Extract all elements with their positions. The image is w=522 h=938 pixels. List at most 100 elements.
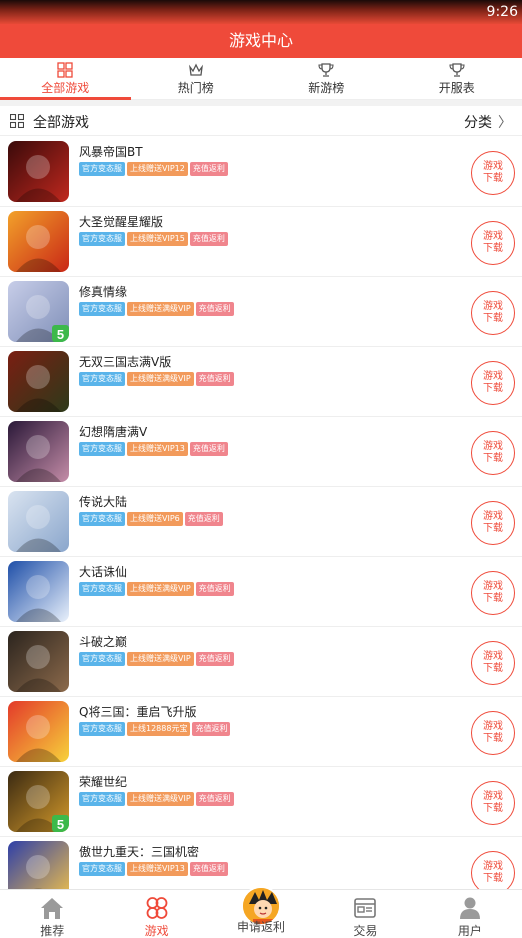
game-tags: 官方变态服 上线赠送VIP15 充值返利 bbox=[79, 232, 228, 246]
game-list: 风暴帝国BT 官方变态服 上线赠送VIP12 充值返利 游戏 下载 大圣觉醒星耀版 官方变态服… bbox=[0, 137, 522, 889]
download-label: 游戏 bbox=[483, 441, 503, 452]
game-name: 傲世九重天：三国机密 bbox=[79, 845, 200, 859]
download-label: 游戏 bbox=[483, 231, 503, 242]
game-icon[interactable] bbox=[8, 491, 69, 552]
game-tag: 充值返利 bbox=[189, 862, 228, 876]
game-tag: 充值返利 bbox=[195, 792, 234, 806]
game-tag: 上线赠送满级VIP bbox=[127, 302, 194, 316]
download-button[interactable]: 游戏 下载 bbox=[471, 291, 515, 335]
home-icon bbox=[41, 898, 64, 919]
game-tag: 官方变态服 bbox=[79, 232, 125, 246]
download-label: 下载 bbox=[483, 383, 503, 394]
nav-recommend[interactable]: 推荐 bbox=[0, 890, 104, 938]
tab-label: 全部游戏 bbox=[41, 81, 90, 95]
game-icon[interactable] bbox=[8, 841, 69, 889]
game-tag: 充值返利 bbox=[192, 722, 231, 736]
game-tag: 充值返利 bbox=[195, 652, 234, 666]
tab-all-games[interactable]: 全部游戏 bbox=[0, 58, 131, 100]
game-tag: 上线赠送满级VIP bbox=[127, 582, 194, 596]
tab-label: 热门榜 bbox=[177, 81, 214, 95]
list-item[interactable]: Q将三国：重启飞升版 官方变态服 上线12888元宝 充值返利 游戏 下载 bbox=[0, 697, 522, 767]
bottom-nav: 推荐 游戏 申请返利 交易 用户 bbox=[0, 886, 522, 938]
tab-server-table[interactable]: 开服表 bbox=[392, 58, 522, 99]
download-label: 游戏 bbox=[483, 581, 503, 592]
download-button[interactable]: 游戏 下载 bbox=[471, 711, 515, 755]
section-header: 全部游戏 分类〉 bbox=[0, 106, 522, 136]
category-label: 分类 bbox=[464, 115, 492, 131]
download-button[interactable]: 游戏 下载 bbox=[471, 851, 515, 889]
nav-games[interactable]: 游戏 bbox=[104, 890, 208, 938]
chevron-right-icon: 〉 bbox=[498, 115, 512, 131]
game-name: 幻想隋唐满V bbox=[79, 425, 148, 439]
download-label: 游戏 bbox=[483, 651, 503, 662]
nav-apply-rebate[interactable]: 申请返利 bbox=[209, 886, 313, 938]
list-item[interactable]: 传说大陆 官方变态服 上线赠送VIP6 充值返利 游戏 下载 bbox=[0, 487, 522, 557]
trophy-icon bbox=[449, 63, 465, 77]
clover-icon bbox=[146, 897, 168, 919]
download-button[interactable]: 游戏 下载 bbox=[471, 781, 515, 825]
download-button[interactable]: 游戏 下载 bbox=[471, 151, 515, 195]
list-item[interactable]: 斗破之巅官方变态服 上线赠送满级VIP 充值返利 游戏 下载 bbox=[0, 627, 522, 697]
game-tag: 上线赠送VIP13 bbox=[127, 442, 188, 456]
game-tag: 上线赠送VIP6 bbox=[127, 512, 183, 526]
game-tags: 官方变态服 上线赠送VIP13 充值返利 bbox=[79, 862, 228, 876]
game-icon[interactable] bbox=[8, 211, 69, 272]
game-icon[interactable]: 5 bbox=[8, 771, 69, 832]
tab-new-ranking[interactable]: 新游榜 bbox=[261, 58, 392, 99]
list-item[interactable]: 无双三国志满V版 官方变态服 上线赠送满级VIP 充值返利 游戏 下载 bbox=[0, 347, 522, 417]
download-label: 游戏 bbox=[483, 721, 503, 732]
nav-user[interactable]: 用户 bbox=[418, 890, 522, 938]
download-label: 游戏 bbox=[483, 861, 503, 872]
nav-label: 用户 bbox=[457, 924, 482, 938]
download-button[interactable]: 游戏 下载 bbox=[471, 501, 515, 545]
list-item[interactable]: 5 荣耀世纪 官方变态服 上线赠送满级VIP 充值返利 游戏 下载 bbox=[0, 767, 522, 837]
game-icon[interactable] bbox=[8, 141, 69, 202]
game-tag: 官方变态服 bbox=[79, 162, 125, 176]
game-tags: 官方变态服 上线赠送VIP13 充值返利 bbox=[79, 442, 228, 456]
category-button[interactable]: 分类〉 bbox=[464, 112, 512, 132]
game-icon[interactable] bbox=[8, 561, 69, 622]
game-tag: 上线赠送VIP15 bbox=[127, 232, 188, 246]
app-root: 9:26 游戏中心 全部游戏 热门榜 新游榜 开服表 全部游戏 分类 〉 风暴帝… bbox=[0, 0, 522, 938]
grid-icon bbox=[10, 114, 24, 128]
game-icon[interactable] bbox=[8, 351, 69, 412]
list-item[interactable]: 幻想隋唐满V 官方变态服 上线赠送VIP13 充值返利 游戏 下载 bbox=[0, 417, 522, 487]
download-button[interactable]: 游戏 下载 bbox=[471, 571, 515, 615]
game-badge-text: 5 bbox=[57, 817, 64, 832]
grid-icon bbox=[57, 62, 73, 78]
nav-label: 推荐 bbox=[40, 924, 65, 938]
game-icon[interactable] bbox=[8, 701, 69, 762]
download-label: 游戏 bbox=[483, 161, 503, 172]
download-button[interactable]: 游戏 下载 bbox=[471, 361, 515, 405]
download-label: 下载 bbox=[483, 523, 503, 534]
list-item[interactable]: 大话诛仙 官方变态服 上线赠送满级VIP 充值返利 游戏 下载 bbox=[0, 557, 522, 627]
download-button[interactable]: 游戏 下载 bbox=[471, 431, 515, 475]
list-item[interactable]: 傲世九重天：三国机密 官方变态服 上线赠送VIP13 充值返利 游戏 下载 bbox=[0, 837, 522, 889]
game-name: 斗破之巅 bbox=[79, 635, 128, 649]
nav-trade[interactable]: 交易 bbox=[313, 890, 417, 938]
game-tag: 上线赠送VIP13 bbox=[127, 862, 188, 876]
game-name: 风暴帝国BT bbox=[79, 145, 143, 159]
status-bar: 9:26 bbox=[0, 0, 522, 24]
list-item[interactable]: 大圣觉醒星耀版 官方变态服 上线赠送VIP15 充值返利 游戏 下载 bbox=[0, 207, 522, 277]
tab-hot-ranking[interactable]: 热门榜 bbox=[131, 58, 262, 99]
game-tag: 上线赠送满级VIP bbox=[127, 652, 194, 666]
game-tag: 上线赠送满级VIP bbox=[127, 792, 194, 806]
game-icon[interactable] bbox=[8, 421, 69, 482]
game-tag: 官方变态服 bbox=[79, 862, 125, 876]
list-item[interactable]: 风暴帝国BT 官方变态服 上线赠送VIP12 充值返利 游戏 下载 bbox=[0, 137, 522, 207]
game-icon[interactable]: 5 bbox=[8, 281, 69, 342]
game-tags: 官方变态服 上线赠送VIP12 充值返利 bbox=[79, 162, 228, 176]
game-tag: 官方变态服 bbox=[79, 792, 125, 806]
game-tag: 官方变态服 bbox=[79, 512, 125, 526]
tab-label: 开服表 bbox=[438, 81, 475, 95]
list-item[interactable]: 5 修真情缘 官方变态服 上线赠送满级VIP 充值返利 游戏 下载 bbox=[0, 277, 522, 347]
game-tag: 充值返利 bbox=[195, 302, 234, 316]
nav-label: 交易 bbox=[353, 924, 378, 938]
game-name: 大话诛仙 bbox=[79, 565, 128, 579]
game-icon[interactable] bbox=[8, 631, 69, 692]
game-tag: 充值返利 bbox=[195, 582, 234, 596]
download-button[interactable]: 游戏 下载 bbox=[471, 221, 515, 265]
game-tag: 官方变态服 bbox=[79, 652, 125, 666]
download-button[interactable]: 游戏 下载 bbox=[471, 641, 515, 685]
